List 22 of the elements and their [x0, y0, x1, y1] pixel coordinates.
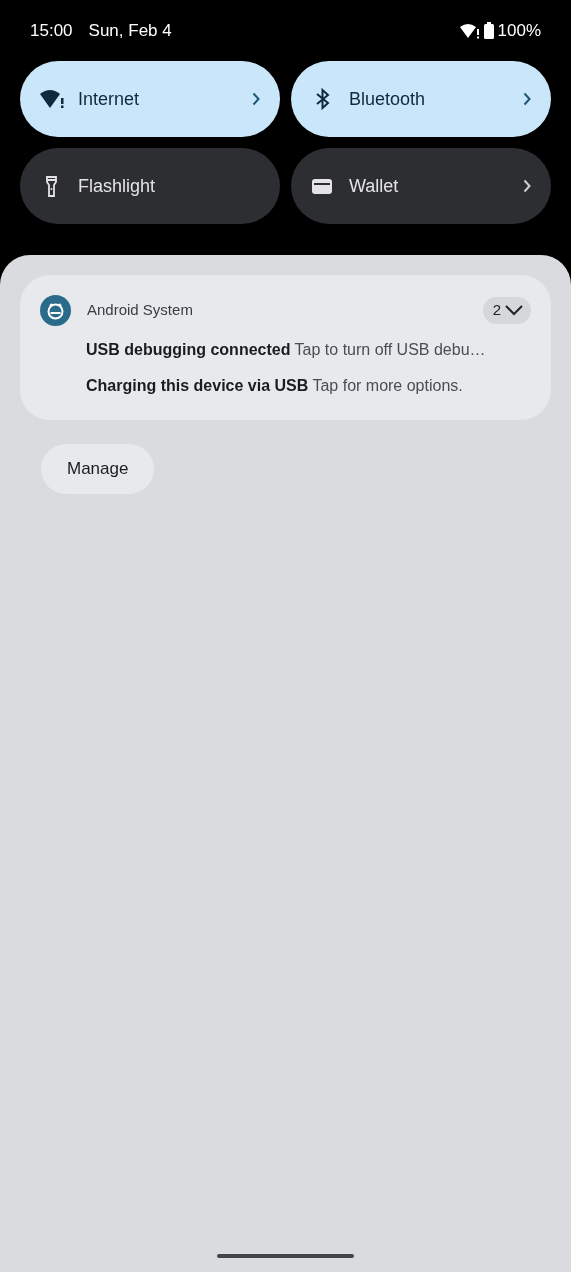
quick-settings-tile[interactable]: Flashlight [20, 148, 280, 224]
notification-card[interactable]: Android System 2 USB debugging connected Tap to turn off USB debu… Charging this device via USB Tap for more options. [20, 275, 551, 420]
home-indicator[interactable] [217, 1254, 354, 1258]
chevron-right-icon [523, 179, 531, 193]
android-system-icon [40, 295, 71, 326]
manage-button[interactable]: Manage [41, 444, 155, 494]
clock-time: 15:00 [30, 19, 73, 42]
battery-icon [483, 22, 494, 39]
notification-message: Charging this device via USB Tap for more options. [86, 376, 464, 396]
date-text: Sun, Feb 4 [88, 19, 172, 42]
quick-settings-tile[interactable]: Internet [20, 61, 280, 137]
notification-message: USB debugging connected Tap to turn off USB debu… [86, 340, 487, 360]
quick-settings-tile[interactable]: Bluetooth [291, 61, 551, 137]
expand-button[interactable]: 2 [482, 297, 531, 324]
battery-percent: 100% [497, 19, 541, 42]
wifi-alert-icon [459, 22, 480, 39]
chevron-right-icon [252, 92, 260, 106]
chevron-down-icon [505, 305, 523, 316]
app-name: Android System [87, 300, 194, 321]
quick-settings-tile[interactable]: Wallet [291, 148, 551, 224]
chevron-right-icon [523, 92, 531, 106]
wifi-alert-icon [40, 88, 64, 110]
